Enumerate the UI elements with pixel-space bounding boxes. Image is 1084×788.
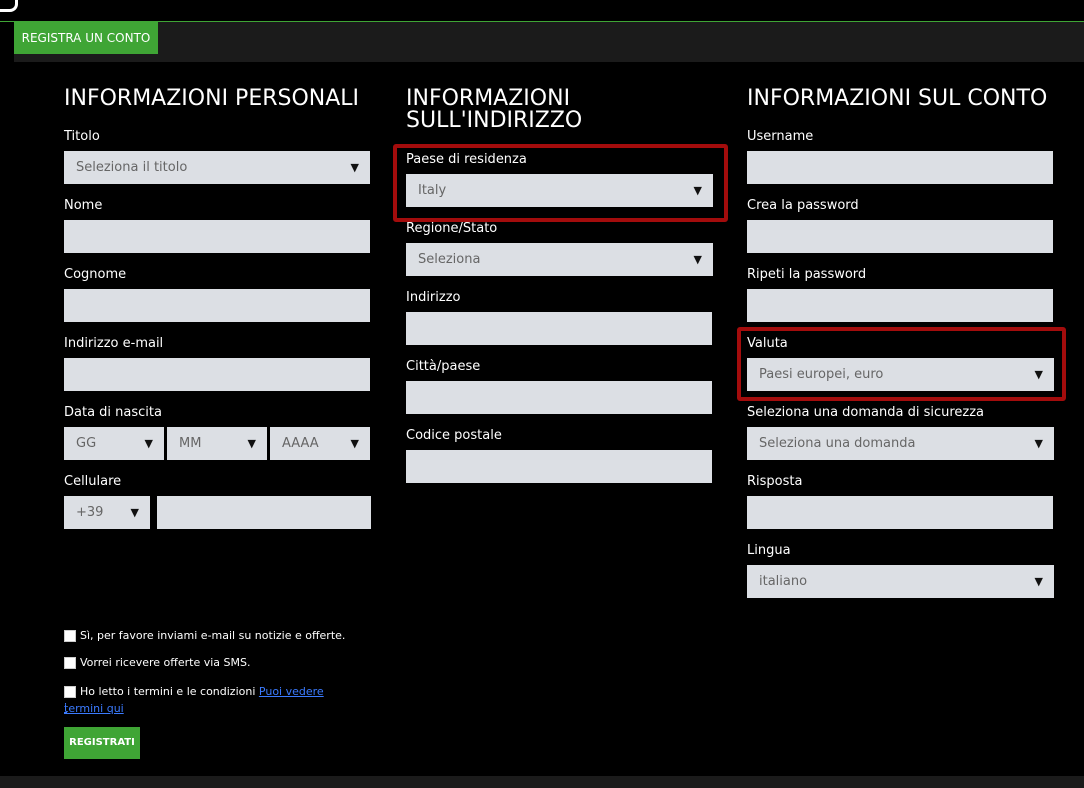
dob-day-select[interactable]: GG ▼	[64, 427, 164, 460]
header-band	[14, 22, 1084, 62]
username-input[interactable]	[747, 151, 1053, 184]
dob-month-value: MM	[179, 436, 202, 451]
language-select[interactable]: italiano ▼	[747, 565, 1054, 598]
sms-checkbox[interactable]	[64, 657, 76, 669]
answer-input[interactable]	[747, 496, 1053, 529]
top-bar	[0, 0, 1084, 22]
email-label: Indirizzo e-mail	[64, 336, 164, 351]
sms-consent-row: Vorrei ricevere offerte via SMS.	[64, 655, 250, 671]
chevron-down-icon: ▼	[1034, 575, 1043, 588]
first-name-input[interactable]	[64, 220, 370, 253]
password-input[interactable]	[747, 220, 1053, 253]
country-select[interactable]: Italy ▼	[406, 174, 713, 207]
address-info-title-line1: INFORMAZIONI	[406, 86, 571, 111]
username-label: Username	[747, 129, 814, 144]
first-name-label: Nome	[64, 198, 103, 213]
chevron-down-icon: ▼	[350, 161, 359, 174]
region-select-value: Seleziona	[418, 252, 481, 267]
city-label: Città/paese	[406, 359, 481, 374]
security-question-select[interactable]: Seleziona una domanda ▼	[747, 427, 1054, 460]
password-label: Crea la password	[747, 198, 859, 213]
postal-code-input[interactable]	[406, 450, 712, 483]
register-button[interactable]: REGISTRATI	[64, 727, 140, 759]
security-question-label: Seleziona una domanda di sicurezza	[747, 405, 985, 420]
email-input[interactable]	[64, 358, 370, 391]
region-label: Regione/Stato	[406, 221, 498, 236]
sms-consent-text: Vorrei ricevere offerte via SMS.	[80, 656, 251, 669]
country-select-value: Italy	[418, 183, 447, 198]
logo-fragment	[0, 0, 18, 12]
currency-select-value: Paesi europei, euro	[759, 367, 884, 382]
terms-consent-text: Ho letto i termini e le condizioni	[80, 685, 256, 698]
country-label: Paese di residenza	[406, 152, 527, 167]
news-email-consent-row: Sì, per favore inviami e-mail su notizie…	[64, 628, 345, 644]
last-name-input[interactable]	[64, 289, 370, 322]
chevron-down-icon: ▼	[130, 506, 139, 519]
chevron-down-icon: ▼	[350, 437, 359, 450]
terms-link-row: termini qui	[64, 701, 124, 717]
currency-label: Valuta	[747, 336, 788, 351]
personal-info-title: INFORMAZIONI PERSONALI	[64, 86, 360, 111]
security-question-value: Seleziona una domanda	[759, 436, 916, 451]
mobile-prefix-select[interactable]: +39 ▼	[64, 496, 150, 529]
address-input[interactable]	[406, 312, 712, 345]
chevron-down-icon: ▼	[1034, 368, 1043, 381]
postal-code-label: Codice postale	[406, 428, 502, 443]
dob-year-select[interactable]: AAAA ▼	[270, 427, 370, 460]
mobile-prefix-value: +39	[76, 505, 104, 520]
chevron-down-icon: ▼	[693, 253, 702, 266]
chevron-down-icon: ▼	[1034, 437, 1043, 450]
answer-label: Risposta	[747, 474, 803, 489]
account-info-title: INFORMAZIONI SUL CONTO	[747, 86, 1048, 111]
chevron-down-icon: ▼	[693, 184, 702, 197]
language-select-value: italiano	[759, 574, 808, 589]
dob-year-value: AAAA	[282, 436, 319, 451]
register-account-tab[interactable]: REGISTRA UN CONTO	[14, 22, 158, 54]
news-email-consent-text: Sì, per favore inviami e-mail su notizie…	[80, 629, 346, 642]
mobile-number-input[interactable]	[157, 496, 371, 529]
title-label: Titolo	[64, 129, 100, 144]
title-select[interactable]: Seleziona il titolo ▼	[64, 151, 370, 184]
address-label: Indirizzo	[406, 290, 461, 305]
title-select-value: Seleziona il titolo	[76, 160, 188, 175]
bottom-strip	[0, 776, 1084, 788]
city-input[interactable]	[406, 381, 712, 414]
dob-label: Data di nascita	[64, 405, 162, 420]
language-label: Lingua	[747, 543, 791, 558]
mobile-label: Cellulare	[64, 474, 122, 489]
address-info-title-line2: SULL'INDIRIZZO	[406, 108, 583, 133]
terms-link-part2[interactable]: termini qui	[64, 702, 124, 715]
news-email-checkbox[interactable]	[64, 630, 76, 642]
password-repeat-label: Ripeti la password	[747, 267, 867, 282]
dob-day-value: GG	[76, 436, 97, 451]
terms-checkbox[interactable]	[64, 686, 76, 698]
currency-select[interactable]: Paesi europei, euro ▼	[747, 358, 1054, 391]
last-name-label: Cognome	[64, 267, 127, 282]
chevron-down-icon: ▼	[144, 437, 153, 450]
password-repeat-input[interactable]	[747, 289, 1053, 322]
dob-month-select[interactable]: MM ▼	[167, 427, 267, 460]
chevron-down-icon: ▼	[247, 437, 256, 450]
region-select[interactable]: Seleziona ▼	[406, 243, 713, 276]
